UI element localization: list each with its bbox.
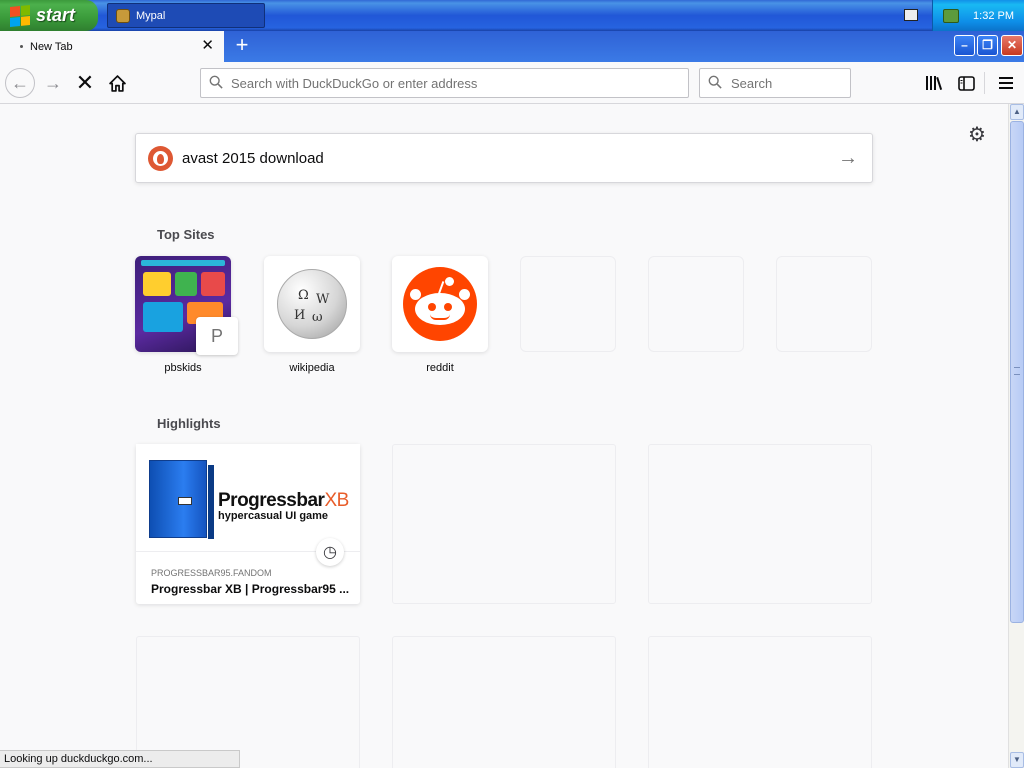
library-button[interactable] (920, 69, 948, 97)
history-clock-icon: ◷ (316, 538, 344, 566)
search-icon (209, 75, 223, 89)
pbskids-letter-badge: P (196, 317, 238, 355)
taskbar-window-title: Mypal (136, 9, 166, 22)
top-site-label: wikipedia (289, 362, 335, 374)
tab-loading-icon (20, 45, 23, 48)
search-query: avast 2015 download (182, 149, 324, 167)
system-tray: 1:32 PM (932, 0, 1024, 31)
close-tab-icon[interactable]: ✕ (201, 38, 214, 53)
close-window-button[interactable]: ✕ (1001, 35, 1023, 56)
highlight-source: PROGRESSBAR95.FANDOM (151, 568, 272, 578)
taskbar: start Mypal 1:32 PM (0, 0, 1024, 31)
back-button[interactable]: ← (5, 68, 35, 98)
status-bar: Looking up duckduckgo.com... (0, 750, 240, 768)
highlight-card-empty (392, 444, 616, 604)
reddit-logo-icon (403, 267, 477, 341)
newtab-search-box[interactable]: avast 2015 download → (135, 133, 873, 183)
search-bar[interactable]: Search (699, 68, 851, 98)
wikipedia-globe-icon: Ω W И ω (277, 269, 347, 339)
sidebar-icon (957, 75, 975, 91)
top-site-empty[interactable] (520, 256, 616, 352)
forward-button[interactable]: → (39, 69, 67, 97)
highlight-card-empty (648, 636, 872, 768)
new-tab-button[interactable]: + (232, 34, 252, 56)
hamburger-menu-icon (999, 77, 1013, 89)
stop-button[interactable]: ✕ (71, 69, 99, 97)
scroll-down-button[interactable]: ▼ (1010, 752, 1024, 768)
url-bar[interactable]: Search with DuckDuckGo or enter address (200, 68, 689, 98)
home-icon (108, 74, 126, 92)
highlight-tagline: hypercasual UI game (218, 510, 329, 522)
search-submit-arrow-icon[interactable]: → (838, 147, 858, 169)
top-site-pbskids[interactable]: P pbskids (135, 256, 238, 374)
highlight-card-empty (136, 636, 360, 768)
sidebar-toggle-button[interactable] (952, 69, 980, 97)
search-icon (708, 75, 722, 89)
top-site-reddit[interactable]: reddit (392, 256, 488, 374)
brand-suffix: XB (324, 490, 349, 511)
highlight-card-empty (392, 636, 616, 768)
top-site-label: pbskids (164, 362, 202, 374)
url-bar-placeholder: Search with DuckDuckGo or enter address (231, 75, 478, 91)
highlight-thumbnail: ProgressbarXB hypercasual UI game (136, 444, 360, 552)
vertical-scrollbar[interactable]: ▲ ▼ (1008, 104, 1024, 768)
brand-name: Progressbar (218, 490, 325, 511)
settings-gear-icon[interactable]: ⚙ (966, 122, 988, 146)
search-bar-placeholder: Search (731, 75, 773, 91)
highlights-heading: Highlights (157, 416, 221, 431)
keyboard-icon[interactable] (904, 9, 918, 21)
top-site-empty[interactable] (648, 256, 744, 352)
start-button[interactable]: start (0, 0, 98, 31)
home-button[interactable] (103, 69, 131, 97)
highlight-card-empty (648, 444, 872, 604)
tab-title: New Tab (30, 40, 73, 53)
highlight-card[interactable]: ProgressbarXB hypercasual UI game ◷ PROG… (136, 444, 360, 604)
tab-new-tab[interactable]: New Tab ✕ (0, 31, 224, 62)
scroll-up-button[interactable]: ▲ (1010, 104, 1024, 120)
tab-strip: New Tab ✕ + – ❐ ✕ (0, 31, 1024, 62)
taskbar-window-mypal[interactable]: Mypal (107, 3, 265, 28)
minimize-button[interactable]: – (954, 35, 975, 56)
clock: 1:32 PM (973, 9, 1014, 22)
highlight-brand: ProgressbarXB (218, 490, 349, 512)
tray-app-icon[interactable] (943, 8, 959, 23)
top-site-wikipedia[interactable]: Ω W И ω wikipedia (264, 256, 360, 374)
windows-logo-icon (10, 4, 30, 27)
top-site-empty[interactable] (776, 256, 872, 352)
toolbar-separator (984, 72, 985, 94)
menu-button[interactable] (992, 69, 1020, 97)
navigation-toolbar: ← → ✕ Search with DuckDuckGo or enter ad… (0, 62, 1024, 104)
highlight-title: Progressbar XB | Progressbar95 ... (151, 582, 350, 596)
library-icon (926, 76, 943, 90)
start-label: start (36, 5, 76, 25)
scroll-thumb[interactable] (1010, 121, 1024, 623)
progressbar-box-art (149, 460, 214, 539)
top-site-label: reddit (426, 362, 454, 374)
restore-button[interactable]: ❐ (977, 35, 998, 56)
duckduckgo-logo-icon (148, 146, 173, 171)
mypal-app-icon (116, 8, 130, 23)
new-tab-page: ⚙ avast 2015 download → Top Sites P pbsk… (0, 104, 1008, 768)
top-sites-heading: Top Sites (157, 227, 215, 242)
